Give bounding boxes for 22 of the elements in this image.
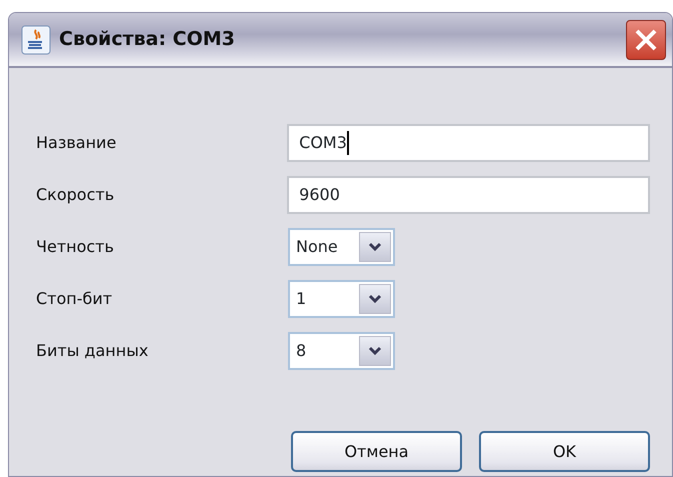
close-button[interactable]	[626, 20, 666, 60]
close-icon	[634, 28, 658, 52]
text-field[interactable]: COM3	[287, 124, 650, 162]
chevron-icon	[368, 242, 382, 252]
dropdown[interactable]: 8	[288, 332, 395, 370]
dropdown-button[interactable]	[359, 284, 391, 314]
text-field[interactable]: 9600	[287, 176, 650, 214]
field-label: Скорость	[36, 184, 116, 206]
dropdown[interactable]: None	[288, 228, 395, 266]
dialog-button[interactable]: Отмена	[291, 431, 462, 472]
dropdown-button[interactable]	[359, 232, 391, 262]
chevron-icon	[368, 346, 382, 356]
window-title: Свойства: COM3	[59, 27, 236, 52]
chevron-icon	[368, 294, 382, 304]
dropdown[interactable]: 1	[288, 280, 395, 318]
cup-icon	[21, 24, 51, 54]
dialog-button[interactable]: OK	[479, 431, 650, 472]
field-label: Четность	[36, 236, 115, 258]
field-label: Название	[36, 132, 118, 154]
dropdown-button[interactable]	[359, 336, 391, 366]
field-label: Стоп-бит	[36, 288, 114, 310]
field-label: Биты данных	[36, 340, 150, 362]
